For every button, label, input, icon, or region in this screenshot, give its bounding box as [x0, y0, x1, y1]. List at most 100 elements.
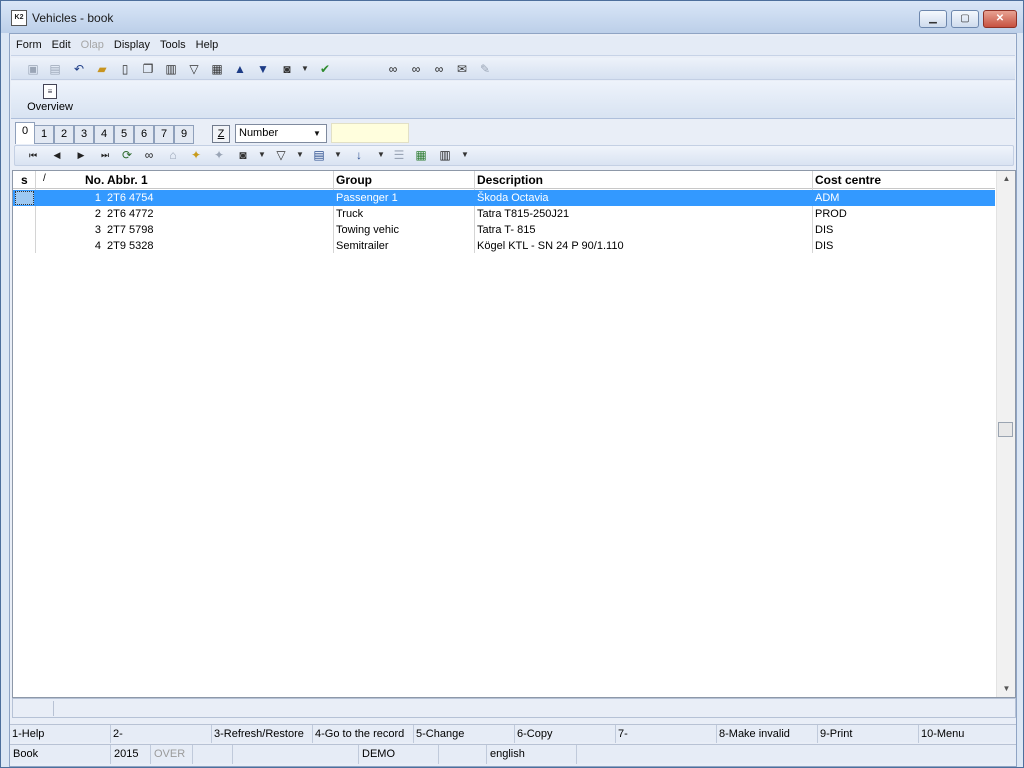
fkey-6[interactable]: 6-Copy [515, 725, 616, 743]
tab-2[interactable]: 2 [54, 125, 74, 144]
columns-icon[interactable]: ▤ [311, 147, 327, 163]
tab-6[interactable]: 6 [134, 125, 154, 144]
fkey-5[interactable]: 5-Change [414, 725, 515, 743]
maximize-button[interactable]: ▢ [951, 10, 979, 28]
fkey-4[interactable]: 4-Go to the record [313, 725, 414, 743]
first-record-icon[interactable]: ⏮ [25, 147, 41, 163]
cell-abbr: 2T7 5798 [107, 224, 154, 236]
close-button[interactable]: ✕ [983, 10, 1017, 28]
add-star-icon[interactable]: ✦ [188, 147, 204, 163]
status-module: Book [10, 745, 111, 764]
dropdown-icon[interactable]: ▼ [297, 61, 313, 77]
binoculars-icon[interactable]: ∞ [141, 147, 157, 163]
cell-no: 4 [94, 240, 101, 252]
app-icon[interactable]: K2 [11, 10, 27, 26]
menu-display[interactable]: Display [109, 36, 155, 54]
tab-0[interactable]: 0 [15, 122, 35, 144]
column-header-marker[interactable]: / [43, 173, 46, 184]
tab-4[interactable]: 4 [94, 125, 114, 144]
run-icon[interactable]: ✔ [317, 61, 333, 77]
binoculars-icon[interactable]: ∞ [385, 61, 401, 77]
chevron-down-icon[interactable]: ▼ [310, 126, 324, 141]
arrow-down-icon[interactable]: ▼ [255, 61, 271, 77]
excel-icon[interactable]: ▦ [413, 147, 429, 163]
cell-abbr: 2T6 4772 [107, 208, 154, 220]
grid-header: s / No. Abbr. 1 Group Description Cost c… [13, 171, 995, 189]
dropdown-icon[interactable]: ▼ [330, 147, 346, 163]
camera-icon[interactable]: ◙ [235, 147, 251, 163]
document-filter-icon[interactable]: ▦ [209, 61, 225, 77]
row-selector[interactable] [15, 191, 34, 205]
column-header-s[interactable]: s [21, 173, 28, 187]
sort-combo[interactable]: Number ▼ [235, 124, 327, 143]
tab-1[interactable]: 1 [34, 125, 54, 144]
filter-icon[interactable]: ▽ [273, 147, 289, 163]
fkey-10[interactable]: 10-Menu [919, 725, 1020, 743]
edit-icon: ✎ [479, 62, 491, 76]
grid-status-strip [12, 698, 1016, 718]
find-replace-icon[interactable]: ∞ [431, 61, 447, 77]
last-record-icon[interactable]: ⏭ [97, 147, 113, 163]
open-icon[interactable]: ▰ [94, 61, 110, 77]
fkey-9[interactable]: 9-Print [818, 725, 919, 743]
new-document-icon[interactable]: ▯ [117, 61, 133, 77]
quick-filter-input[interactable] [331, 123, 409, 143]
tab-5[interactable]: 5 [114, 125, 134, 144]
next-record-icon[interactable]: ▶ [73, 147, 89, 163]
table-row[interactable]: 1 2T6 4754 Passenger 1 Škoda Octavia ADM [13, 190, 995, 206]
book-icon[interactable]: ▥ [163, 61, 179, 77]
dropdown-icon[interactable]: ▼ [292, 147, 308, 163]
find-next-icon[interactable]: ∞ [408, 61, 424, 77]
menu-tools[interactable]: Tools [155, 36, 191, 54]
menu-bar: Form Edit Olap Display Tools Help [11, 36, 1015, 56]
undo-icon[interactable]: ↶ [71, 61, 87, 77]
sort-az-icon[interactable]: ↓ [351, 147, 367, 163]
cell-no: 2 [94, 208, 101, 220]
column-header-cost-centre[interactable]: Cost centre [815, 173, 881, 187]
notes-icon[interactable]: ▥ [437, 147, 453, 163]
column-header-abbr[interactable]: Abbr. 1 [107, 173, 148, 187]
main-toolbar: ▣ ▤ ↶ ▰ ▯ ❐ ▥ ▽ ▦ ▲ ▼ ◙ ▼ ✔ ∞ ∞ ∞ ✉ ✎ [11, 58, 1015, 80]
sort-combo-value: Number [239, 127, 279, 139]
menu-help[interactable]: Help [191, 36, 224, 54]
scroll-thumb[interactable] [998, 422, 1013, 437]
fkey-7[interactable]: 7- [616, 725, 717, 743]
window-title: Vehicles - book [32, 11, 114, 25]
tab-9[interactable]: 9 [174, 125, 194, 144]
vertical-scrollbar[interactable]: ▲ ▼ [996, 171, 1015, 697]
status-field [439, 745, 487, 764]
dropdown-icon[interactable]: ▼ [373, 147, 389, 163]
copy-document-icon[interactable]: ❐ [140, 61, 156, 77]
z-button[interactable]: Z [212, 125, 230, 143]
fkey-3[interactable]: 3-Refresh/Restore [212, 725, 313, 743]
status-divider [53, 701, 54, 716]
tab-3[interactable]: 3 [74, 125, 94, 144]
table-row[interactable]: 4 2T9 5328 Semitrailer Kögel KTL - SN 24… [13, 238, 995, 254]
scroll-up-icon[interactable]: ▲ [997, 171, 1016, 187]
arrow-up-icon[interactable]: ▲ [232, 61, 248, 77]
menu-edit[interactable]: Edit [47, 36, 76, 54]
status-database: DEMO [359, 745, 439, 764]
cell-description: Škoda Octavia [477, 192, 549, 204]
scroll-down-icon[interactable]: ▼ [997, 681, 1016, 697]
column-header-description[interactable]: Description [477, 173, 543, 187]
filter-icon[interactable]: ▽ [186, 61, 202, 77]
fkey-2[interactable]: 2- [111, 725, 212, 743]
dropdown-icon[interactable]: ▼ [254, 147, 270, 163]
column-header-group[interactable]: Group [336, 173, 372, 187]
refresh-icon[interactable]: ⟳ [119, 147, 135, 163]
prev-record-icon[interactable]: ◀ [49, 147, 65, 163]
menu-form[interactable]: Form [11, 36, 47, 54]
table-row[interactable]: 3 2T7 5798 Towing vehic Tatra T- 815 DIS [13, 222, 995, 238]
column-header-no[interactable]: No. [85, 173, 104, 187]
minimize-button[interactable]: ▁ [919, 10, 947, 28]
camera-icon[interactable]: ◙ [279, 61, 295, 77]
fkey-1[interactable]: 1-Help [10, 725, 111, 743]
cell-cost-centre: DIS [815, 224, 834, 236]
table-row[interactable]: 2 2T6 4772 Truck Tatra T815-250J21 PROD [13, 206, 995, 222]
tab-7[interactable]: 7 [154, 125, 174, 144]
dropdown-icon[interactable]: ▼ [457, 147, 473, 163]
overview-button[interactable]: ≡ Overview [25, 84, 75, 116]
fkey-8[interactable]: 8-Make invalid [717, 725, 818, 743]
email-icon[interactable]: ✉ [454, 61, 470, 77]
